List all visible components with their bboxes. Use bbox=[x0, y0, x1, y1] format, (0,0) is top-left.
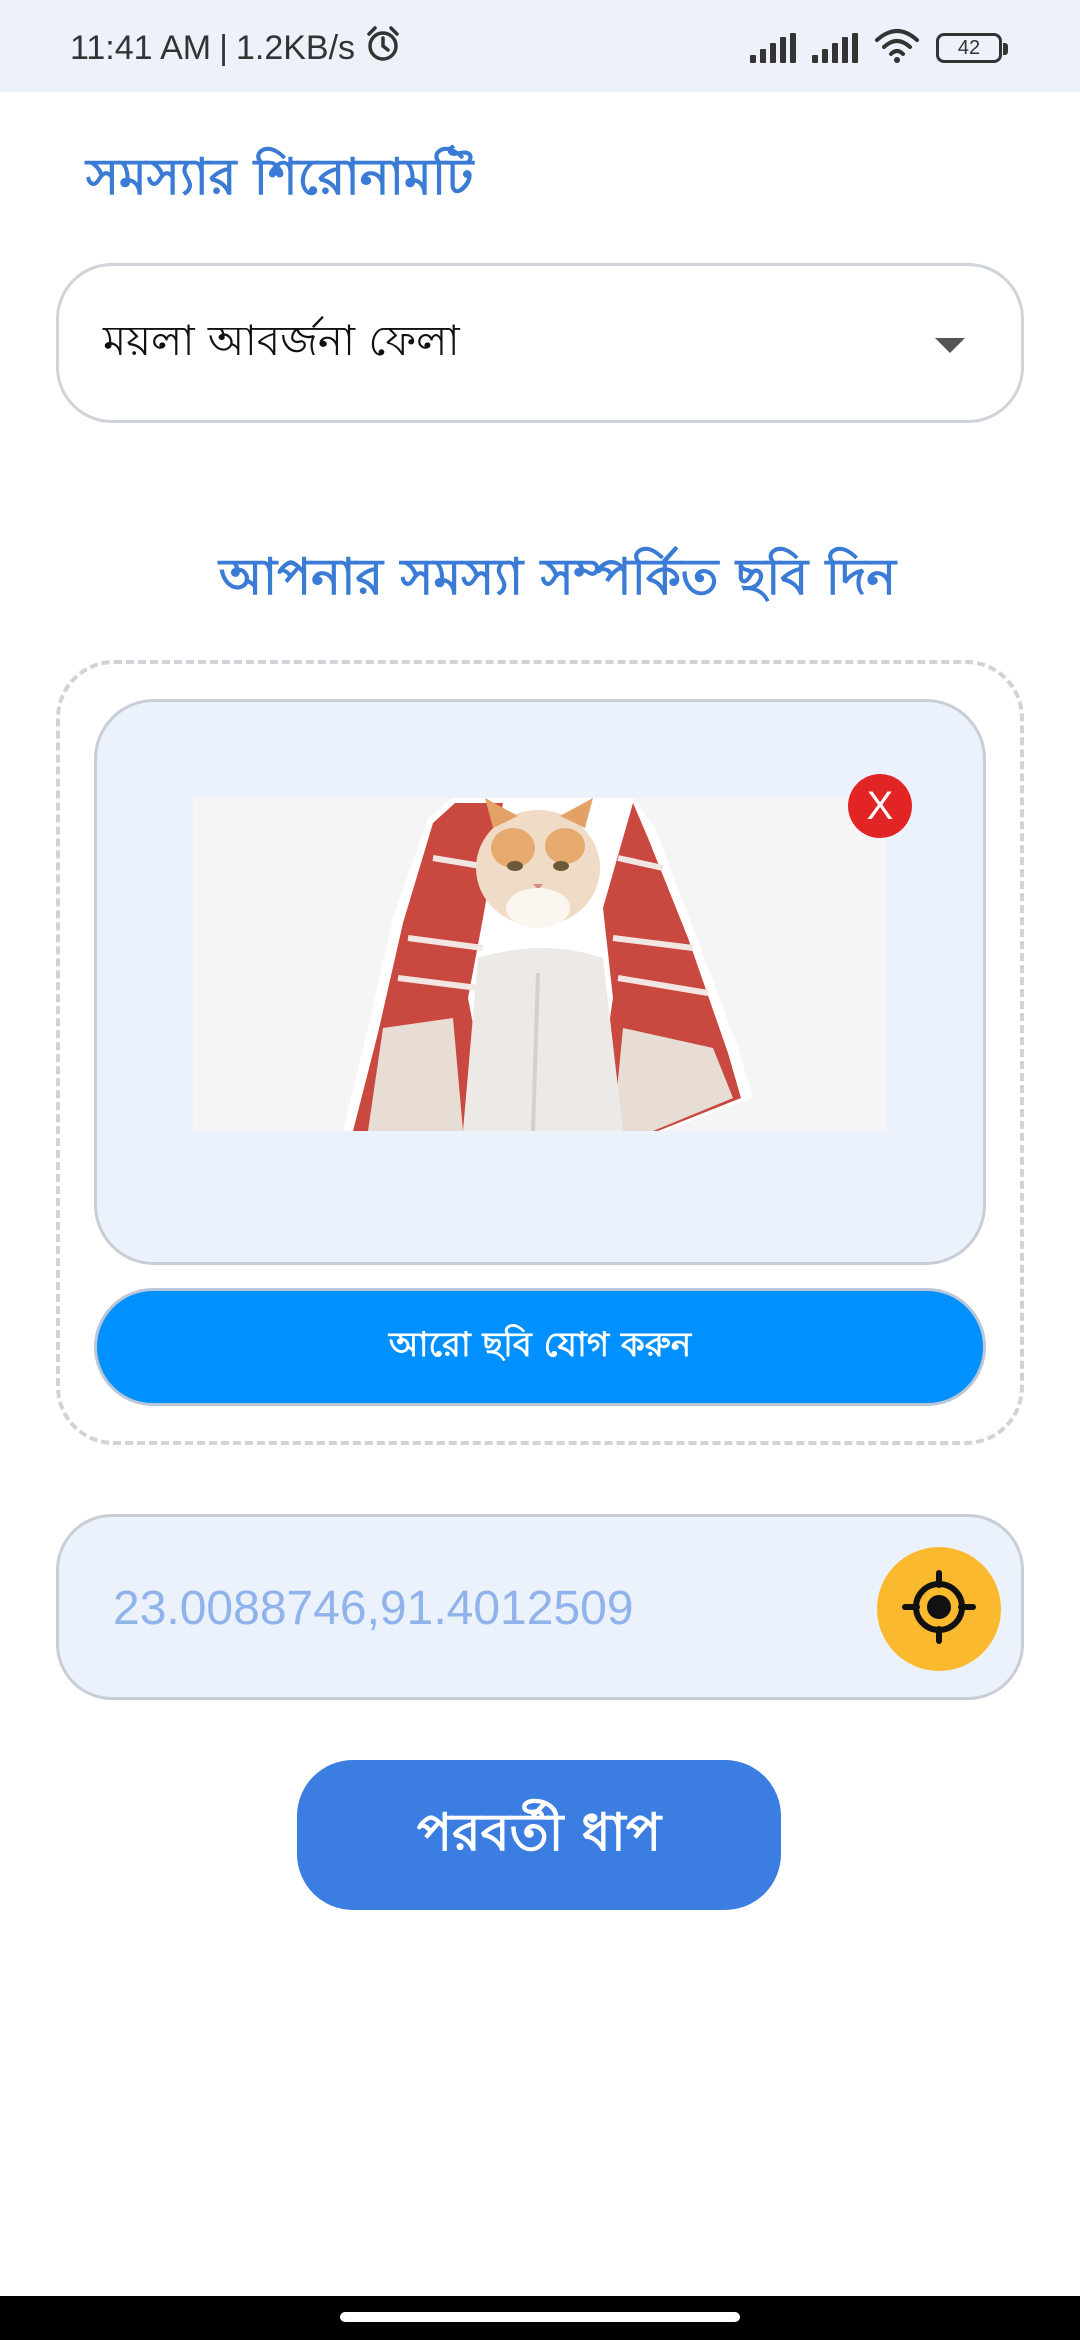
battery-icon: 42 bbox=[936, 33, 1008, 63]
app-screen: 11:41 AM | 1.2KB/s 42 সমস্যার শিরোনামটি … bbox=[0, 0, 1080, 2340]
status-separator: | bbox=[219, 28, 228, 67]
dropdown-selected-value: ময়লা আবর্জনা ফেলা bbox=[103, 315, 460, 365]
close-icon: X bbox=[866, 783, 894, 828]
system-nav-bar bbox=[0, 2296, 1080, 2340]
remove-photo-button[interactable]: X bbox=[848, 774, 912, 838]
photo-section-heading: আপনার সমস্যা সম্পর্কিত ছবি দিন bbox=[218, 548, 897, 606]
next-step-label: পরবর্তী ধাপ bbox=[416, 1802, 662, 1863]
wifi-icon bbox=[874, 28, 920, 68]
add-more-photos-label: আরো ছবি যোগ করুন bbox=[388, 1324, 692, 1365]
status-time: 11:41 AM bbox=[70, 28, 212, 67]
crosshair-locate-icon bbox=[899, 1567, 979, 1651]
cellular-signal-icon bbox=[812, 33, 858, 63]
next-step-button[interactable]: পরবর্তী ধাপ bbox=[297, 1760, 781, 1910]
uploaded-photo bbox=[193, 798, 886, 1131]
location-coordinates: 23.0088746,91.4012509 bbox=[113, 1582, 634, 1635]
location-field[interactable]: 23.0088746,91.4012509 bbox=[56, 1514, 1024, 1700]
battery-level: 42 bbox=[957, 36, 981, 59]
add-more-photos-button[interactable]: আরো ছবি যোগ করুন bbox=[94, 1288, 986, 1406]
problem-title-label: সমস্যার শিরোনামটি bbox=[86, 148, 474, 206]
problem-title-dropdown[interactable]: ময়লা আবর্জনা ফেলা bbox=[56, 263, 1024, 423]
status-bar: 11:41 AM | 1.2KB/s 42 bbox=[0, 0, 1080, 92]
status-left: 11:41 AM | 1.2KB/s bbox=[70, 24, 403, 73]
home-indicator[interactable] bbox=[340, 2312, 740, 2322]
cellular-signal-icon bbox=[750, 33, 796, 63]
status-net-speed: 1.2KB/s bbox=[235, 28, 356, 67]
caret-down-icon bbox=[935, 338, 965, 353]
locate-me-button[interactable] bbox=[877, 1547, 1001, 1671]
alarm-clock-icon bbox=[363, 24, 403, 73]
status-right: 42 bbox=[750, 26, 1008, 70]
